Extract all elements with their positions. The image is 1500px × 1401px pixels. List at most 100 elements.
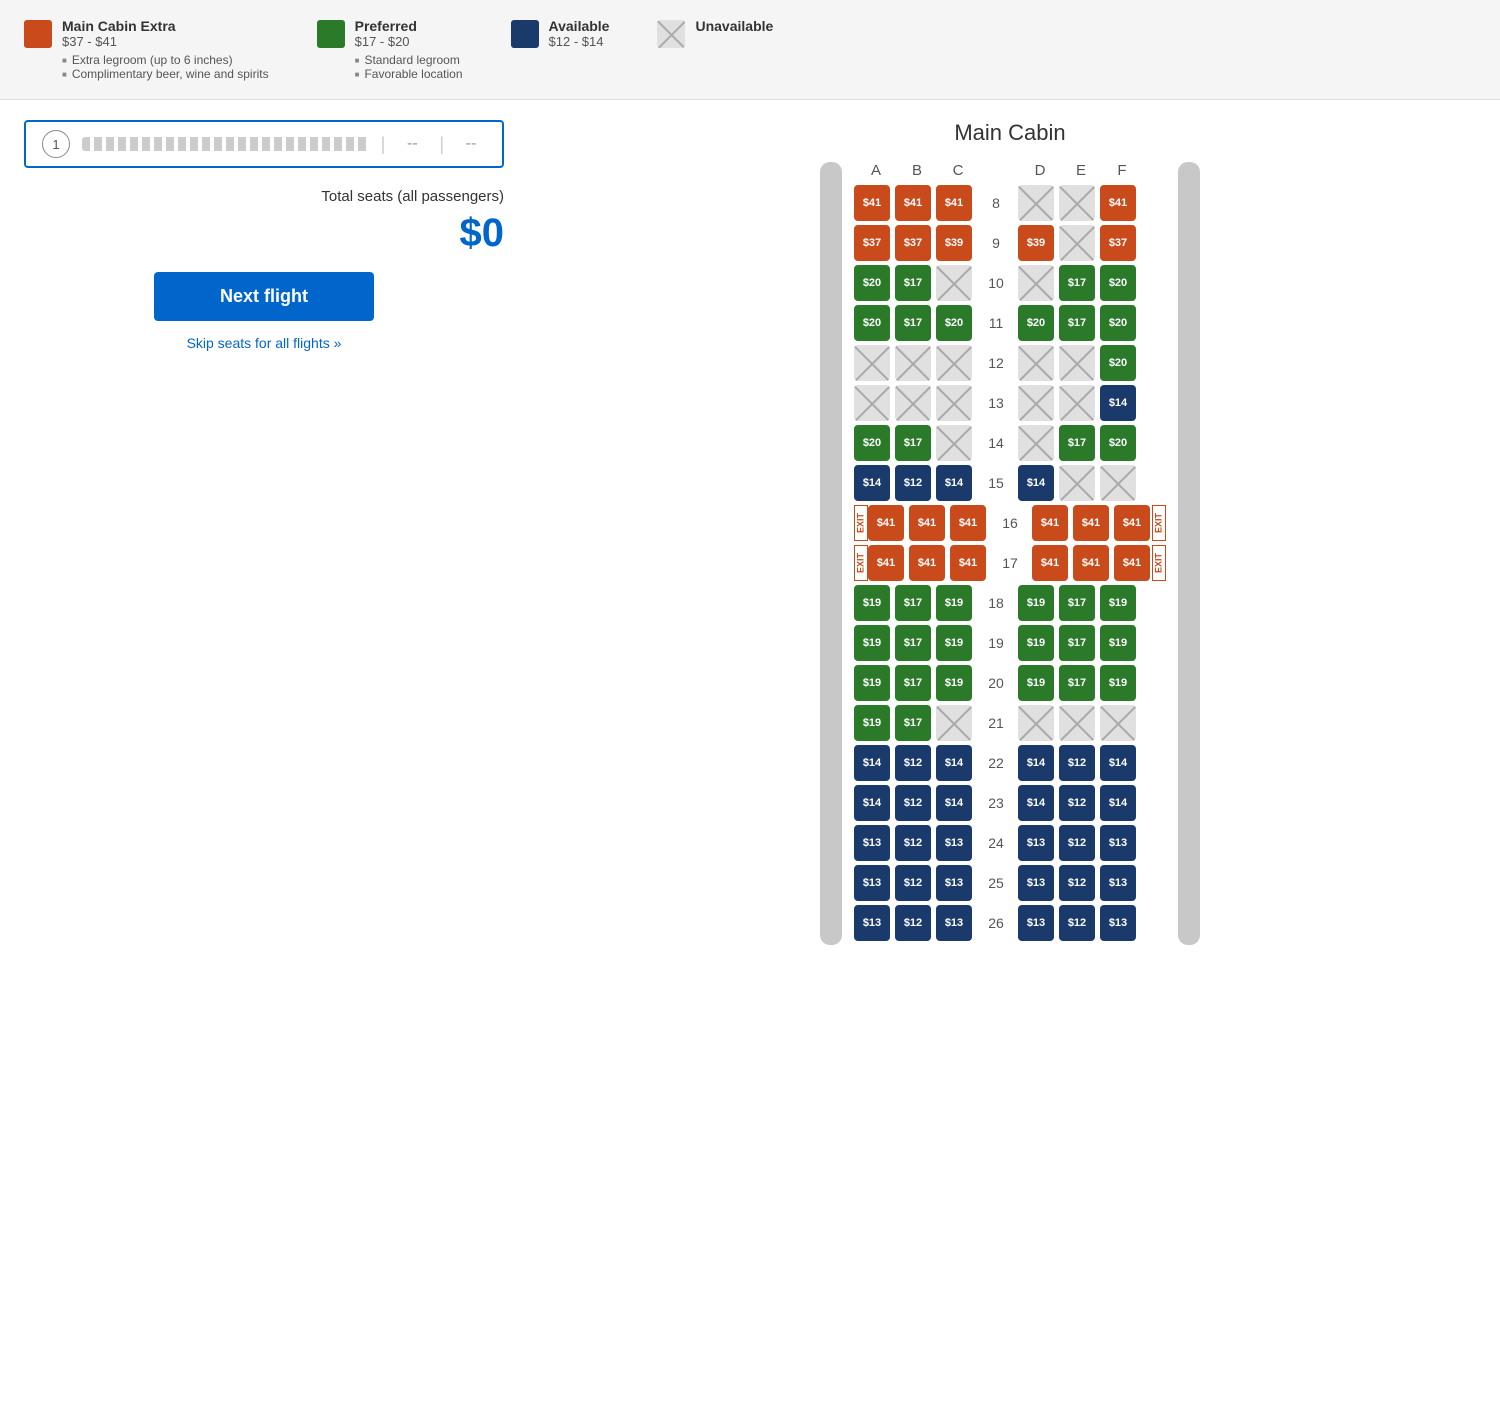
seat-22B[interactable]: $12: [895, 745, 931, 781]
seat-18D[interactable]: $19: [1018, 585, 1054, 621]
seat-24E[interactable]: $12: [1059, 825, 1095, 861]
seat-9C[interactable]: $39: [936, 225, 972, 261]
seat-25B[interactable]: $12: [895, 865, 931, 901]
seat-15B[interactable]: $12: [895, 465, 931, 501]
seat-16D[interactable]: $41: [1032, 505, 1068, 541]
seat-9B[interactable]: $37: [895, 225, 931, 261]
next-flight-button[interactable]: Next flight: [154, 272, 374, 321]
seat-18A[interactable]: $19: [854, 585, 890, 621]
seat-23F[interactable]: $14: [1100, 785, 1136, 821]
seat-14E[interactable]: $17: [1059, 425, 1095, 461]
seat-20B[interactable]: $17: [895, 665, 931, 701]
seat-15D[interactable]: $14: [1018, 465, 1054, 501]
seat-16E[interactable]: $41: [1073, 505, 1109, 541]
col-header-F: F: [1104, 162, 1140, 179]
seat-26C[interactable]: $13: [936, 905, 972, 941]
seat-17E[interactable]: $41: [1073, 545, 1109, 581]
seat-17F[interactable]: $41: [1114, 545, 1150, 581]
seat-20D[interactable]: $19: [1018, 665, 1054, 701]
seat-23E[interactable]: $12: [1059, 785, 1095, 821]
seat-16B[interactable]: $41: [909, 505, 945, 541]
seat-19D[interactable]: $19: [1018, 625, 1054, 661]
seat-group-right-9: $39 $37: [1018, 225, 1138, 261]
seat-13F[interactable]: $14: [1100, 385, 1136, 421]
seat-25C[interactable]: $13: [936, 865, 972, 901]
seat-25D[interactable]: $13: [1018, 865, 1054, 901]
seat-23B[interactable]: $12: [895, 785, 931, 821]
seat-13A: [854, 385, 890, 421]
seat-23C[interactable]: $14: [936, 785, 972, 821]
seat-11E[interactable]: $17: [1059, 305, 1095, 341]
seat-17A[interactable]: $41: [868, 545, 904, 581]
seat-14B[interactable]: $17: [895, 425, 931, 461]
seat-17C[interactable]: $41: [950, 545, 986, 581]
seat-26D[interactable]: $13: [1018, 905, 1054, 941]
seat-19E[interactable]: $17: [1059, 625, 1095, 661]
seat-11A[interactable]: $20: [854, 305, 890, 341]
seat-15F: [1100, 465, 1136, 501]
seat-23A[interactable]: $14: [854, 785, 890, 821]
seat-22E[interactable]: $12: [1059, 745, 1095, 781]
seat-24B[interactable]: $12: [895, 825, 931, 861]
seat-12F[interactable]: $20: [1100, 345, 1136, 381]
seat-24C[interactable]: $13: [936, 825, 972, 861]
seat-11B[interactable]: $17: [895, 305, 931, 341]
seat-11D[interactable]: $20: [1018, 305, 1054, 341]
seat-26B[interactable]: $12: [895, 905, 931, 941]
seat-9D[interactable]: $39: [1018, 225, 1054, 261]
seat-24D[interactable]: $13: [1018, 825, 1054, 861]
seat-25F[interactable]: $13: [1100, 865, 1136, 901]
seat-19C[interactable]: $19: [936, 625, 972, 661]
seat-22C[interactable]: $14: [936, 745, 972, 781]
seat-26A[interactable]: $13: [854, 905, 890, 941]
seat-26E[interactable]: $12: [1059, 905, 1095, 941]
seat-10E[interactable]: $17: [1059, 265, 1095, 301]
legend-color-unavailable: [657, 20, 685, 48]
seat-14A[interactable]: $20: [854, 425, 890, 461]
seat-22F[interactable]: $14: [1100, 745, 1136, 781]
seat-20E[interactable]: $17: [1059, 665, 1095, 701]
seat-8C[interactable]: $41: [936, 185, 972, 221]
seat-18B[interactable]: $17: [895, 585, 931, 621]
seat-10B[interactable]: $17: [895, 265, 931, 301]
seat-17B[interactable]: $41: [909, 545, 945, 581]
seat-18F[interactable]: $19: [1100, 585, 1136, 621]
seat-25A[interactable]: $13: [854, 865, 890, 901]
seat-17D[interactable]: $41: [1032, 545, 1068, 581]
seat-11C[interactable]: $20: [936, 305, 972, 341]
seat-24A[interactable]: $13: [854, 825, 890, 861]
seat-20A[interactable]: $19: [854, 665, 890, 701]
seat-22D[interactable]: $14: [1018, 745, 1054, 781]
seat-24F[interactable]: $13: [1100, 825, 1136, 861]
skip-seats-link[interactable]: Skip seats for all flights »: [24, 335, 504, 351]
seat-21A[interactable]: $19: [854, 705, 890, 741]
seat-14F[interactable]: $20: [1100, 425, 1136, 461]
seat-8F[interactable]: $41: [1100, 185, 1136, 221]
seat-22A[interactable]: $14: [854, 745, 890, 781]
seat-10A[interactable]: $20: [854, 265, 890, 301]
seat-21B[interactable]: $17: [895, 705, 931, 741]
seat-15C[interactable]: $14: [936, 465, 972, 501]
seat-8A[interactable]: $41: [854, 185, 890, 221]
seat-20C[interactable]: $19: [936, 665, 972, 701]
seat-20F[interactable]: $19: [1100, 665, 1136, 701]
seat-19B[interactable]: $17: [895, 625, 931, 661]
seat-9A[interactable]: $37: [854, 225, 890, 261]
seat-16F[interactable]: $41: [1114, 505, 1150, 541]
seat-26F[interactable]: $13: [1100, 905, 1136, 941]
seat-16A[interactable]: $41: [868, 505, 904, 541]
seat-9F[interactable]: $37: [1100, 225, 1136, 261]
seat-10F[interactable]: $20: [1100, 265, 1136, 301]
seat-23D[interactable]: $14: [1018, 785, 1054, 821]
seat-11F[interactable]: $20: [1100, 305, 1136, 341]
seat-16C[interactable]: $41: [950, 505, 986, 541]
seat-15A[interactable]: $14: [854, 465, 890, 501]
seat-18C[interactable]: $19: [936, 585, 972, 621]
seat-25E[interactable]: $12: [1059, 865, 1095, 901]
seat-19A[interactable]: $19: [854, 625, 890, 661]
seat-8B[interactable]: $41: [895, 185, 931, 221]
seat-19F[interactable]: $19: [1100, 625, 1136, 661]
passenger-selector[interactable]: 1 | -- | --: [24, 120, 504, 168]
seat-18E[interactable]: $17: [1059, 585, 1095, 621]
legend-name-unavailable: Unavailable: [695, 18, 773, 34]
